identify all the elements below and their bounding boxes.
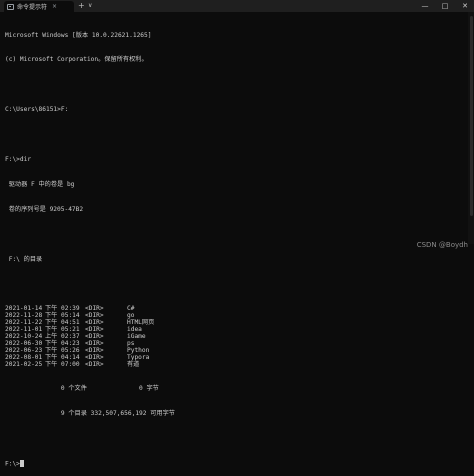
watermark: CSDN @Boydh xyxy=(416,241,468,249)
directory-entry: 2022-11-22 下午 04:51 <DIR> HTML网页 xyxy=(5,319,460,326)
entry-type: <DIR> xyxy=(85,347,104,355)
terminal-icon xyxy=(7,3,14,10)
scrollbar[interactable] xyxy=(468,12,474,244)
command-line-1: C:\Users\86151>F: xyxy=(5,106,69,114)
entry-time: 05:26 xyxy=(61,347,80,355)
volume-label-line: 驱动器 F 中的卷是 bg xyxy=(5,180,75,188)
entry-type: <DIR> xyxy=(85,319,104,327)
command-line-2: F:\>dir xyxy=(5,156,32,164)
entry-type: <DIR> xyxy=(85,312,104,320)
close-button[interactable]: ✕ xyxy=(460,2,470,10)
tab-close-icon[interactable]: × xyxy=(52,3,57,10)
entry-ampm: 下午 xyxy=(45,361,58,369)
summary-dirs: 9 个目录 332,507,656,192 可用字节 xyxy=(5,409,175,417)
scrollbar-thumb[interactable] xyxy=(470,16,473,216)
entry-time: 04:14 xyxy=(61,354,80,362)
volume-serial-line: 卷的序列号是 9205-47B2 xyxy=(5,205,84,213)
entry-date: 2022-11-22 xyxy=(5,319,43,327)
window-controls: — □ ✕ xyxy=(420,0,470,12)
tab-title: 命令提示符 xyxy=(17,4,48,11)
directory-entry: 2022-06-30 下午 04:23 <DIR> ps xyxy=(5,340,460,347)
entry-time: 04:51 xyxy=(61,319,80,327)
entry-ampm: 下午 xyxy=(45,326,58,334)
entry-type: <DIR> xyxy=(85,354,104,362)
directory-of-line: F:\ 的目录 xyxy=(5,255,43,263)
directory-listing: 2021-01-14 下午 02:39 <DIR> C# 2022-11-28 下午 05:1… xyxy=(5,305,460,368)
title-bar: 命令提示符 × + ∨ — □ ✕ xyxy=(0,0,474,12)
entry-time: 04:23 xyxy=(61,340,80,348)
entry-name: C# xyxy=(127,305,135,313)
maximize-button[interactable]: □ xyxy=(440,2,450,10)
header-line-1: Microsoft Windows [版本 10.0.22621.1265] xyxy=(5,31,152,39)
entry-date: 2021-01-14 xyxy=(5,305,43,313)
prompt-line: F:\> xyxy=(5,459,460,468)
entry-name: go xyxy=(127,312,135,320)
entry-time: 05:14 xyxy=(61,312,80,320)
entry-time: 07:00 xyxy=(61,361,80,369)
entry-ampm: 下午 xyxy=(45,354,58,362)
directory-entry: 2022-08-01 下午 04:14 <DIR> Typora xyxy=(5,354,460,361)
entry-time: 02:37 xyxy=(61,333,80,341)
directory-entry: 2022-10-24 上午 02:37 <DIR> iGame xyxy=(5,333,460,340)
entry-date: 2022-11-28 xyxy=(5,312,43,320)
entry-name: idea xyxy=(127,326,142,334)
entry-time: 02:39 xyxy=(61,305,80,313)
entry-type: <DIR> xyxy=(85,326,104,334)
entry-ampm: 上午 xyxy=(45,333,58,341)
terminal-tab[interactable]: 命令提示符 × xyxy=(4,1,74,12)
terminal-output[interactable]: Microsoft Windows [版本 10.0.22621.1265] (… xyxy=(5,15,460,468)
entry-date: 2022-11-01 xyxy=(5,326,43,334)
summary-files: 0 个文件 0 字节 xyxy=(5,384,159,392)
entry-name: 有道 xyxy=(127,361,140,369)
entry-name: Typora xyxy=(127,354,150,362)
entry-ampm: 下午 xyxy=(45,305,58,313)
entry-date: 2022-08-01 xyxy=(5,354,43,362)
directory-entry: 2022-11-28 下午 05:14 <DIR> go xyxy=(5,312,460,319)
entry-type: <DIR> xyxy=(85,333,104,341)
directory-entry: 2022-06-23 下午 05:26 <DIR> Python xyxy=(5,347,460,354)
entry-date: 2022-10-24 xyxy=(5,333,43,341)
prompt: F:\> xyxy=(5,460,20,468)
entry-name: iGame xyxy=(127,333,146,341)
text-cursor xyxy=(19,459,24,467)
directory-entry: 2021-01-14 下午 02:39 <DIR> C# xyxy=(5,305,460,312)
entry-date: 2022-06-23 xyxy=(5,347,43,355)
entry-type: <DIR> xyxy=(85,340,104,348)
entry-type: <DIR> xyxy=(85,305,104,313)
minimize-button[interactable]: — xyxy=(420,2,430,10)
entry-date: 2021-02-25 xyxy=(5,361,43,369)
tab-dropdown-icon[interactable]: ∨ xyxy=(88,0,92,12)
entry-name: Python xyxy=(127,347,150,355)
entry-time: 05:21 xyxy=(61,326,80,334)
entry-ampm: 下午 xyxy=(45,340,58,348)
new-tab-button[interactable]: + xyxy=(78,0,85,12)
directory-entry: 2022-11-01 下午 05:21 <DIR> idea xyxy=(5,326,460,333)
entry-name: ps xyxy=(127,340,135,348)
entry-ampm: 下午 xyxy=(45,319,58,327)
entry-type: <DIR> xyxy=(85,361,104,369)
directory-entry: 2021-02-25 下午 07:00 <DIR> 有道 xyxy=(5,361,460,368)
entry-ampm: 下午 xyxy=(45,347,58,355)
entry-name: HTML网页 xyxy=(127,319,155,327)
entry-date: 2022-06-30 xyxy=(5,340,43,348)
header-line-2: (c) Microsoft Corporation。保留所有权利。 xyxy=(5,56,148,64)
entry-ampm: 下午 xyxy=(45,312,58,320)
